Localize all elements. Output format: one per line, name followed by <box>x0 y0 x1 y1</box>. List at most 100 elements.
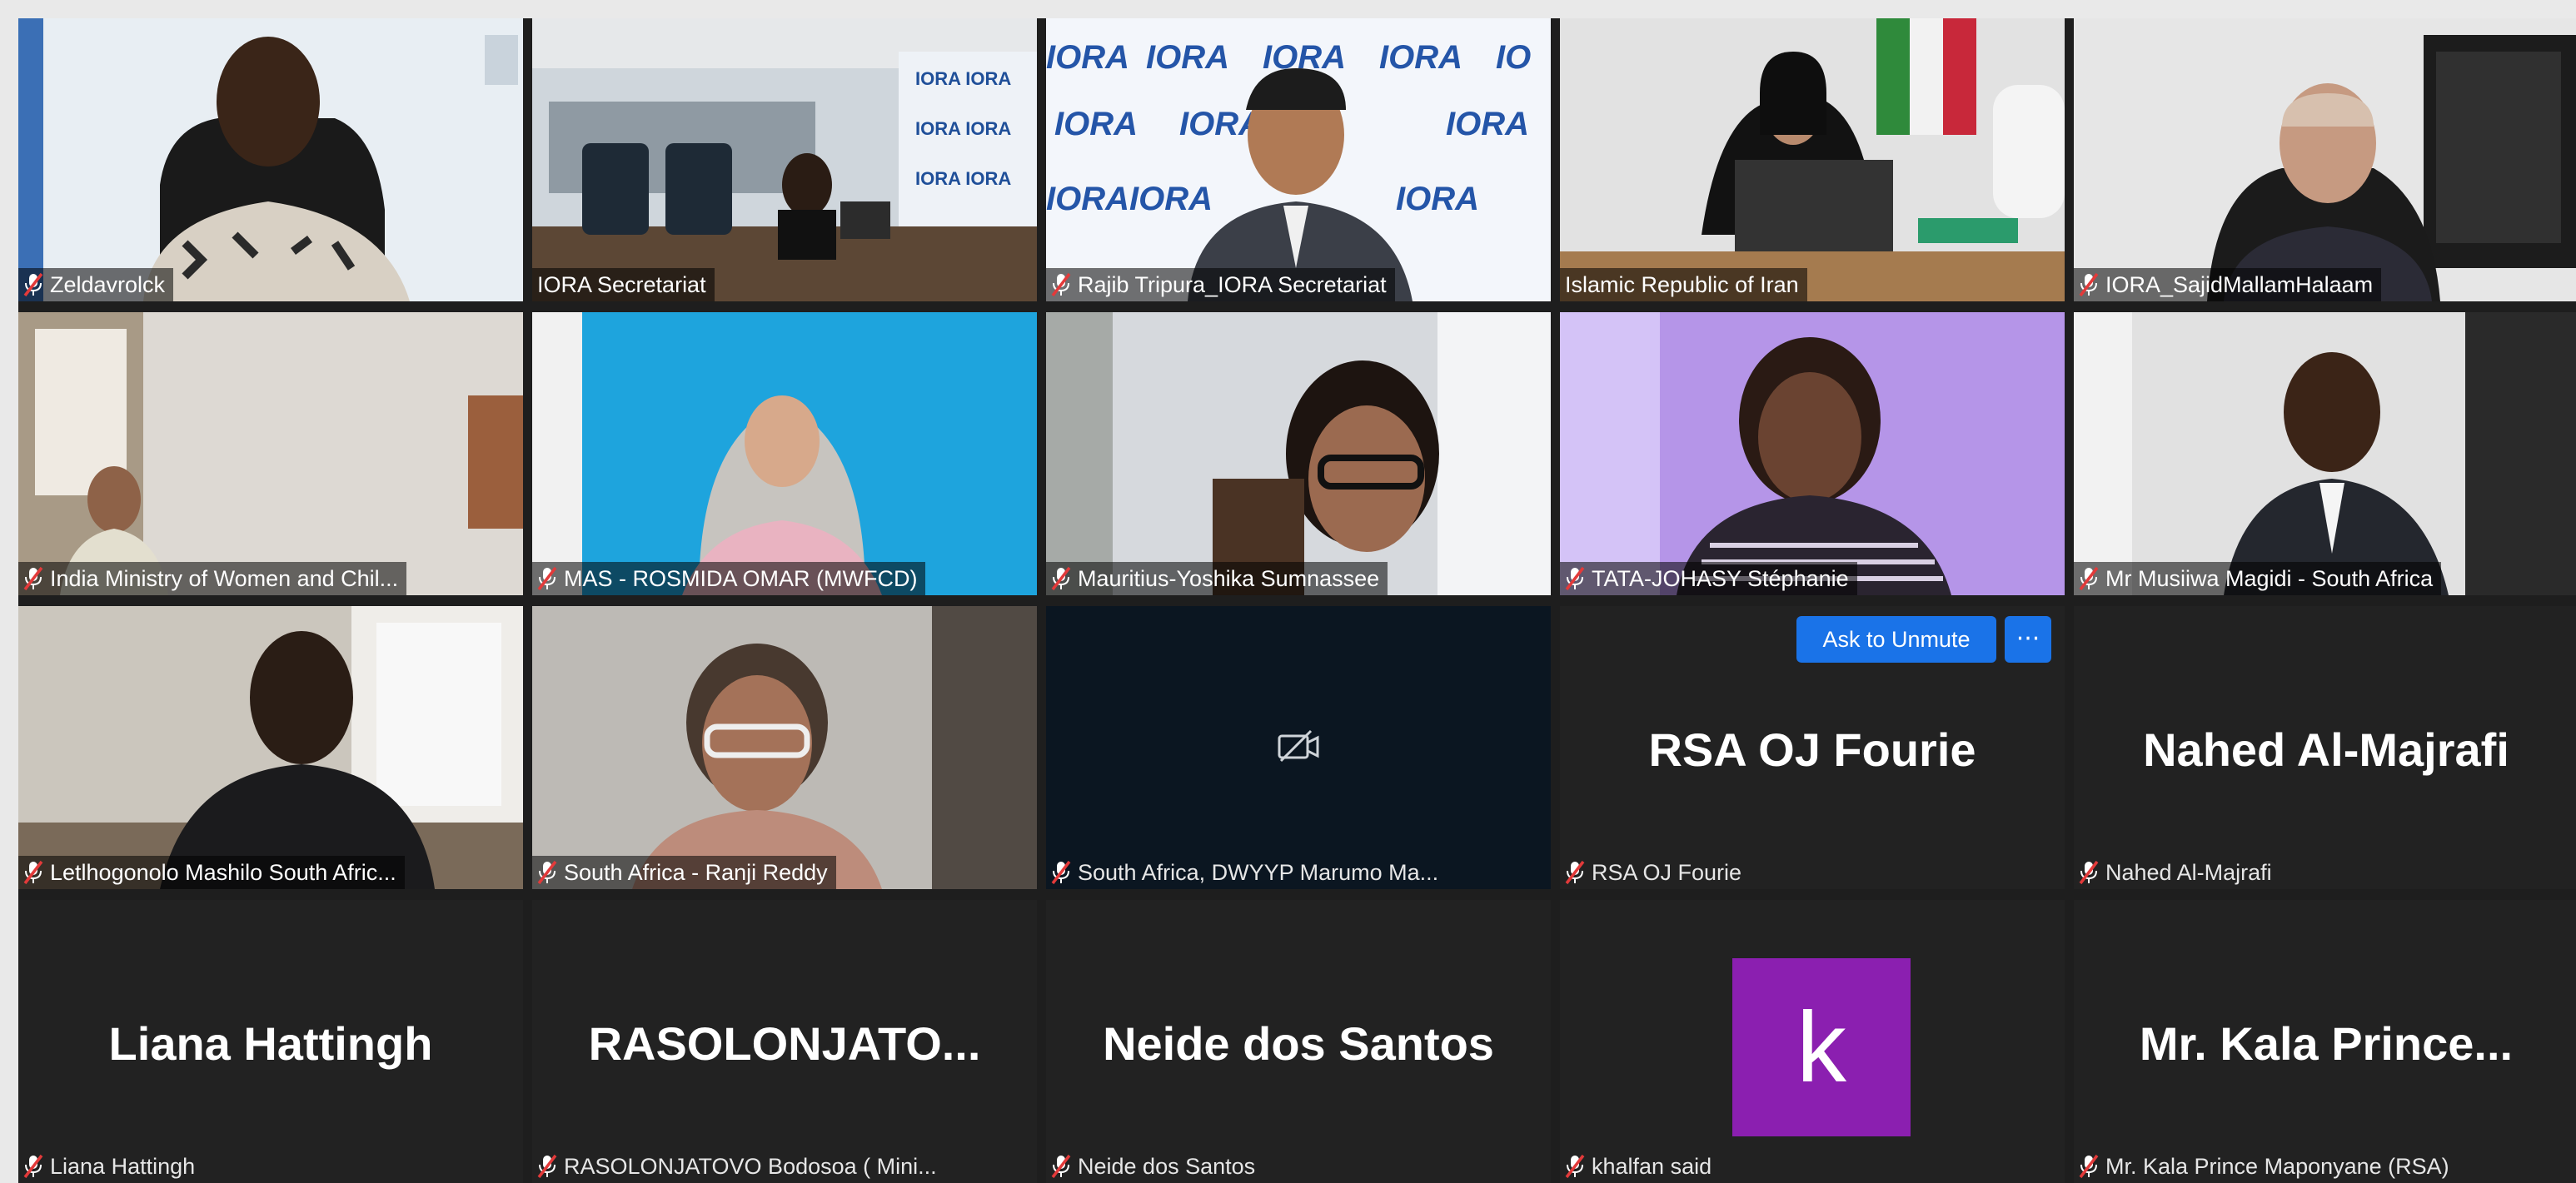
svg-text:IORA: IORA <box>1446 106 1529 142</box>
mic-muted-icon <box>1051 272 1071 297</box>
participant-name: Islamic Republic of Iran <box>1560 268 1807 301</box>
mic-muted-icon <box>23 860 43 885</box>
participant-big-name: RASOLONJATO... <box>588 1017 981 1070</box>
mic-muted-icon <box>1565 860 1585 885</box>
mic-muted-icon <box>2079 1154 2099 1179</box>
participant-name-label: India Ministry of Women and Chil... <box>50 566 399 591</box>
participant-tile[interactable]: Zeldavrolck <box>18 18 523 301</box>
mic-muted-icon <box>1565 566 1585 591</box>
participant-name: Liana Hattingh <box>18 1150 203 1183</box>
participant-name: Mr Musiiwa Magidi - South Africa <box>2074 562 2442 595</box>
svg-text:IORA: IORA <box>1046 181 1129 217</box>
participant-video <box>2074 18 2576 301</box>
svg-text:IORA: IORA <box>1054 106 1138 142</box>
participant-tile[interactable]: Mr Musiiwa Magidi - South Africa <box>2074 312 2576 595</box>
participant-tile[interactable]: Mr. Kala Prince... Mr. Kala Prince Mapon… <box>2074 900 2576 1183</box>
participant-name-label: Letlhogonolo Mashilo South Afric... <box>50 860 396 885</box>
participant-name: Mr. Kala Prince Maponyane (RSA) <box>2074 1150 2458 1183</box>
ask-to-unmute-button[interactable]: Ask to Unmute <box>1796 616 1996 663</box>
mic-muted-icon <box>2079 272 2099 297</box>
participant-name-label: TATA-JOHASY Stéphanie <box>1592 566 1849 591</box>
participant-video: IORA IORA IORA IORA IO IORA IORA IORA IORA IORA… <box>1046 18 1551 301</box>
svg-text:IORA IORA: IORA IORA <box>915 118 1011 139</box>
participant-big-name: Neide dos Santos <box>1103 1017 1494 1070</box>
mic-muted-icon <box>23 1154 43 1179</box>
participant-name-label: Mr Musiiwa Magidi - South Africa <box>2105 566 2434 591</box>
participant-tile[interactable]: India Ministry of Women and Chil... <box>18 312 523 595</box>
participant-name-label: Mauritius-Yoshika Sumnassee <box>1078 566 1380 591</box>
participant-tile-active-speaker[interactable]: Islamic Republic of Iran <box>1560 18 2065 301</box>
participant-name: MAS - ROSMIDA OMAR (MWFCD) <box>532 562 926 595</box>
participant-name-label: Rajib Tripura_IORA Secretariat <box>1078 272 1387 297</box>
mic-muted-icon <box>2079 566 2099 591</box>
participant-tile[interactable]: k khalfan said <box>1560 900 2065 1183</box>
participant-tile-camera-off[interactable]: South Africa, DWYYP Marumo Ma... <box>1046 606 1551 889</box>
participant-name-label: khalfan said <box>1592 1154 1712 1179</box>
participant-tile[interactable]: Liana Hattingh Liana Hattingh <box>18 900 523 1183</box>
mic-muted-icon <box>1051 1154 1071 1179</box>
participant-name-label: South Africa - Ranji Reddy <box>564 860 828 885</box>
participant-name: IORA Secretariat <box>532 268 715 301</box>
mic-muted-icon <box>537 860 557 885</box>
participant-name: RASOLONJATOVO Bodosoa ( Mini... <box>532 1150 945 1183</box>
mic-muted-icon <box>1051 566 1071 591</box>
mic-muted-icon <box>23 566 43 591</box>
participant-big-name: Nahed Al-Majrafi <box>2143 723 2509 776</box>
participant-big-name: Mr. Kala Prince... <box>2139 1017 2514 1070</box>
participant-name: Rajib Tripura_IORA Secretariat <box>1046 268 1395 301</box>
participant-name-label: Liana Hattingh <box>50 1154 196 1179</box>
participant-name: Zeldavrolck <box>18 268 174 301</box>
participant-name: RSA OJ Fourie <box>1560 856 1750 889</box>
participant-video <box>18 312 523 595</box>
svg-text:IORA IORA: IORA IORA <box>915 168 1011 189</box>
mic-muted-icon <box>23 272 43 297</box>
participant-video <box>1046 312 1551 595</box>
mic-muted-icon <box>1051 860 1071 885</box>
participant-tile[interactable]: IORA_SajidMallamHalaam <box>2074 18 2576 301</box>
participant-tile[interactable]: IORA IORA IORA IORA IORA IORA IORA Secre… <box>532 18 1037 301</box>
participant-tile[interactable]: IORA IORA IORA IORA IO IORA IORA IORA IORA IORA… <box>1046 18 1551 301</box>
participant-tile[interactable]: Ask to Unmute ··· RSA OJ Fourie RSA OJ F… <box>1560 606 2065 889</box>
participant-name-label: Mr. Kala Prince Maponyane (RSA) <box>2105 1154 2449 1179</box>
participant-tile[interactable]: TATA-JOHASY Stéphanie <box>1560 312 2065 595</box>
participant-name: IORA_SajidMallamHalaam <box>2074 268 2382 301</box>
mic-muted-icon <box>537 1154 557 1179</box>
participant-tile[interactable]: Nahed Al-Majrafi Nahed Al-Majrafi <box>2074 606 2576 889</box>
participant-video <box>532 312 1037 595</box>
participant-name-label: IORA_SajidMallamHalaam <box>2105 272 2374 297</box>
more-options-button[interactable]: ··· <box>2005 616 2051 663</box>
camera-off-icon <box>1278 729 1319 763</box>
participant-big-name: Liana Hattingh <box>108 1017 433 1070</box>
svg-text:IORA IORA: IORA IORA <box>915 68 1011 89</box>
participant-name-label: RASOLONJATOVO Bodosoa ( Mini... <box>564 1154 937 1179</box>
participant-tile[interactable]: RASOLONJATO... RASOLONJATOVO Bodosoa ( M… <box>532 900 1037 1183</box>
mic-muted-icon <box>1565 1154 1585 1179</box>
participant-tile[interactable]: Mauritius-Yoshika Sumnassee <box>1046 312 1551 595</box>
participant-big-name: RSA OJ Fourie <box>1648 723 1976 776</box>
svg-text:IORA: IORA <box>1129 181 1213 217</box>
participant-name-label: RSA OJ Fourie <box>1592 860 1742 885</box>
participant-name: India Ministry of Women and Chil... <box>18 562 407 595</box>
svg-text:IORA: IORA <box>1379 39 1462 76</box>
participant-video <box>532 606 1037 889</box>
participant-name: khalfan said <box>1560 1150 1720 1183</box>
participant-name: Mauritius-Yoshika Sumnassee <box>1046 562 1388 595</box>
svg-text:IORA: IORA <box>1046 39 1129 76</box>
participant-name-label: MAS - ROSMIDA OMAR (MWFCD) <box>564 566 918 591</box>
mic-muted-icon <box>2079 860 2099 885</box>
participant-name: Letlhogonolo Mashilo South Afric... <box>18 856 405 889</box>
participant-video <box>2074 312 2576 595</box>
participant-name-label: IORA Secretariat <box>537 272 706 297</box>
video-gallery: Zeldavrolck IORA IORA IORA IORA IORA IOR… <box>18 18 2576 1183</box>
participant-video: IORA IORA IORA IORA IORA IORA <box>532 18 1037 301</box>
participant-video <box>18 18 523 301</box>
participant-video <box>1560 312 2065 595</box>
avatar: k <box>1732 958 1911 1136</box>
participant-tile[interactable]: Neide dos Santos Neide dos Santos <box>1046 900 1551 1183</box>
participant-name-label: Islamic Republic of Iran <box>1565 272 1799 297</box>
participant-name: South Africa, DWYYP Marumo Ma... <box>1046 856 1447 889</box>
participant-tile[interactable]: Letlhogonolo Mashilo South Afric... <box>18 606 523 889</box>
participant-name-label: Neide dos Santos <box>1078 1154 1256 1179</box>
participant-tile[interactable]: MAS - ROSMIDA OMAR (MWFCD) <box>532 312 1037 595</box>
participant-tile[interactable]: South Africa - Ranji Reddy <box>532 606 1037 889</box>
